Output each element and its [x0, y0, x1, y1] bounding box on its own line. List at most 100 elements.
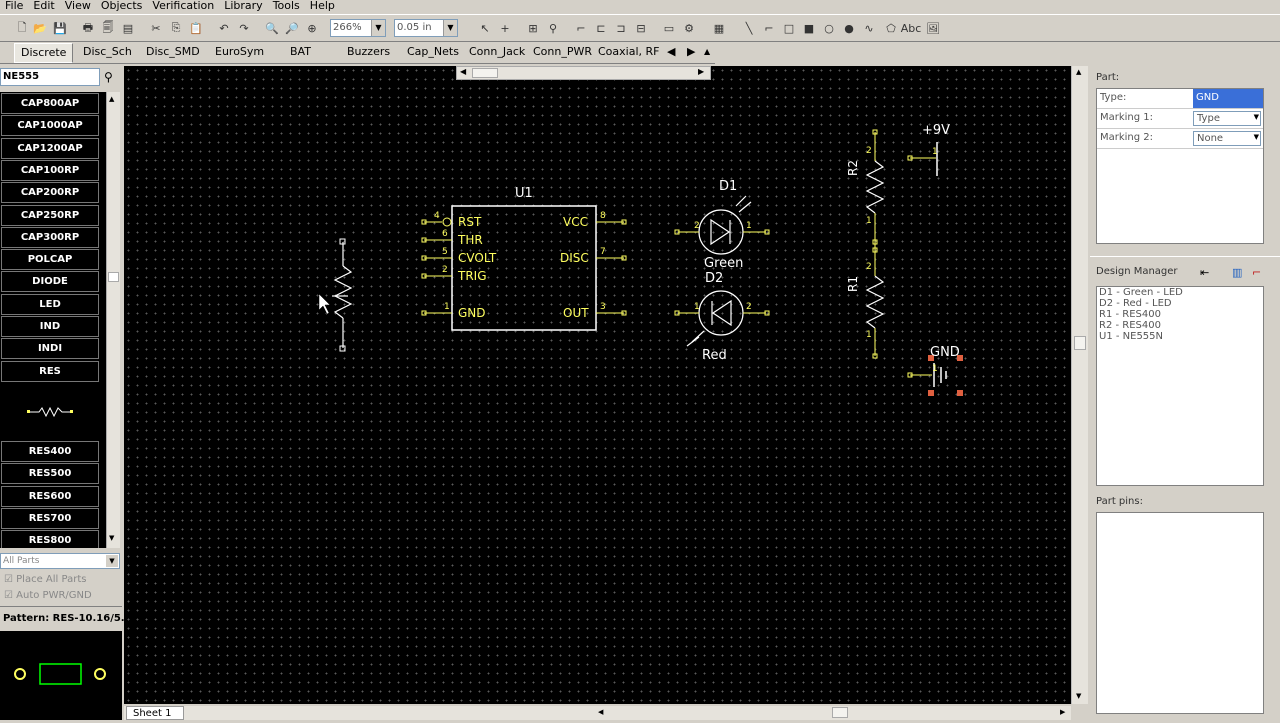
scroll-left-icon[interactable]: ◀ — [460, 67, 466, 76]
tab-coaxial-rf[interactable]: Coaxial, RF — [598, 45, 659, 59]
crosshair-icon[interactable]: + — [497, 20, 513, 36]
tab-menu-icon[interactable]: ▲ — [704, 45, 710, 59]
part-list-item[interactable]: DIODE — [1, 271, 99, 293]
u1-refdes[interactable]: U1 — [515, 186, 533, 201]
dm-item[interactable]: R2 - RES400 — [1097, 320, 1263, 331]
part-list-item[interactable]: RES700 — [1, 507, 99, 529]
polygon-icon[interactable]: ⬠ — [883, 20, 899, 36]
paste-icon[interactable]: 📋 — [188, 20, 204, 36]
tab-scroll-right-icon[interactable]: ▶ — [687, 45, 695, 59]
part-filter-select[interactable]: All Parts ▼ — [0, 553, 120, 569]
net-icon[interactable]: ⊐ — [613, 20, 629, 36]
list-view-icon[interactable]: ▥ — [1232, 266, 1242, 279]
canvas-vertical-scrollbar[interactable]: ▲ ▼ — [1071, 66, 1088, 704]
part-list-item[interactable]: IND — [1, 316, 99, 337]
part-list-item[interactable]: RES400 — [1, 441, 99, 462]
binoculars-icon[interactable]: ⚲ — [104, 70, 113, 84]
d1-value[interactable]: Green — [704, 256, 743, 271]
part-list-scrollbar[interactable]: ▲ ▼ — [106, 92, 120, 548]
scrollbar-thumb[interactable] — [1074, 336, 1086, 350]
tab-scroll-left-icon[interactable]: ◀ — [667, 45, 675, 59]
part-icon[interactable]: ⊞ — [525, 20, 541, 36]
wire-icon[interactable]: ⌐ — [573, 20, 589, 36]
tab-disc-smd[interactable]: Disc_SMD — [146, 45, 200, 59]
polyline-icon[interactable]: ⌐ — [761, 20, 777, 36]
d1-refdes[interactable]: D1 — [719, 179, 737, 194]
part-list-item[interactable]: CAP250RP — [1, 204, 99, 226]
part-search-input[interactable]: NE555 — [0, 68, 100, 86]
dm-item[interactable]: D1 - Green - LED — [1097, 287, 1263, 298]
place-all-checkbox[interactable]: ☑ Place All Parts — [4, 574, 86, 585]
filled-ellipse-icon[interactable]: ● — [841, 20, 857, 36]
open-folder-icon[interactable]: 📂 — [32, 20, 48, 36]
menu-tools[interactable]: Tools — [268, 0, 305, 14]
copy-icon[interactable]: ⎘ — [168, 20, 184, 36]
scroll-left-icon[interactable]: ◀ — [598, 708, 603, 716]
zoom-in-icon[interactable]: 🔍 — [264, 20, 280, 36]
image-icon[interactable]: 🖼 — [925, 20, 941, 36]
undo-icon[interactable]: ↶ — [216, 20, 232, 36]
tab-scrollbar[interactable]: ◀ ▶ — [456, 66, 711, 80]
dm-item[interactable]: U1 - NE555N — [1097, 331, 1263, 342]
part-list-item[interactable]: RES800 — [1, 530, 99, 548]
vcc-label[interactable]: +9V — [922, 123, 950, 138]
zoom-fit-icon[interactable]: ⊕ — [304, 20, 320, 36]
grid-select[interactable]: 0.05 in ▼ — [394, 19, 458, 37]
part-list-item[interactable]: CAP1200AP — [1, 137, 99, 159]
scroll-up-icon[interactable]: ▲ — [109, 95, 114, 103]
tab-eurosym[interactable]: EuroSym — [215, 45, 264, 59]
ellipse-icon[interactable]: ○ — [821, 20, 837, 36]
tab-bat[interactable]: BAT — [290, 45, 311, 59]
part-list-item[interactable]: RES600 — [1, 485, 99, 507]
part-list-item[interactable]: RES500 — [1, 463, 99, 485]
part-list-item[interactable]: CAP1000AP — [1, 115, 99, 137]
part-list-item[interactable]: INDI — [1, 338, 99, 360]
part-list-item[interactable]: CAP100RP — [1, 159, 99, 181]
gnd-label[interactable]: GND — [930, 345, 960, 360]
part-list-item[interactable]: POLCAP — [1, 249, 99, 271]
net-view-icon[interactable]: ⌐ — [1252, 266, 1261, 279]
prop-value-type[interactable]: GND — [1193, 89, 1263, 108]
properties-icon[interactable]: ▭ — [661, 20, 677, 36]
tab-disc-sch[interactable]: Disc_Sch — [83, 45, 132, 59]
scroll-right-icon[interactable]: ▶ — [1060, 708, 1065, 716]
menu-library[interactable]: Library — [219, 0, 267, 14]
marking-1-select[interactable]: Type ▼ — [1193, 111, 1261, 126]
print-icon[interactable]: 🖶 — [80, 20, 96, 36]
collapse-icon[interactable]: ⇤ — [1200, 266, 1209, 279]
menu-verification[interactable]: Verification — [147, 0, 219, 14]
d2-refdes[interactable]: D2 — [705, 271, 723, 286]
zoom-out-icon[interactable]: 🔎 — [284, 20, 300, 36]
marking-2-select[interactable]: None ▼ — [1193, 131, 1261, 146]
menu-objects[interactable]: Objects — [96, 0, 148, 14]
scrollbar-thumb[interactable] — [472, 68, 498, 78]
r1-refdes[interactable]: R1 — [846, 276, 860, 292]
canvas-horizontal-scrollbar[interactable]: Sheet 1 ◀ ▶ — [124, 706, 1071, 720]
scrollbar-thumb[interactable] — [832, 707, 848, 718]
page-setup-icon[interactable]: ▤ — [120, 20, 136, 36]
part-list-item[interactable]: CAP300RP — [1, 226, 99, 248]
net-label-icon[interactable]: ⊟ — [633, 20, 649, 36]
cut-icon[interactable]: ✂ — [148, 20, 164, 36]
save-icon[interactable]: 💾 — [52, 20, 68, 36]
find-icon[interactable]: ⚲ — [545, 20, 561, 36]
part-list[interactable]: CAP800AP CAP1000AP CAP1200AP CAP100RP CAP200… — [0, 92, 112, 548]
menu-edit[interactable]: Edit — [28, 0, 59, 14]
bus-icon[interactable]: ⊏ — [593, 20, 609, 36]
tab-buzzers[interactable]: Buzzers — [347, 45, 390, 59]
dm-item[interactable]: D2 - Red - LED — [1097, 298, 1263, 309]
tab-sheet-1[interactable]: Sheet 1 — [126, 706, 184, 720]
scroll-down-icon[interactable]: ▼ — [109, 534, 114, 542]
settings-icon[interactable]: ⚙ — [681, 20, 697, 36]
new-file-icon[interactable]: 🗋 — [14, 20, 30, 36]
select-arrow-icon[interactable]: ↖ — [477, 20, 493, 36]
menu-view[interactable]: View — [60, 0, 96, 14]
part-list-item[interactable]: LED — [1, 293, 99, 315]
tab-cap-nets[interactable]: Cap_Nets — [407, 45, 459, 59]
redo-icon[interactable]: ↷ — [236, 20, 252, 36]
line-icon[interactable]: ╲ — [741, 20, 757, 36]
scroll-up-icon[interactable]: ▲ — [1076, 68, 1081, 76]
tab-conn-pwr[interactable]: Conn_PWR — [533, 45, 592, 59]
schematic-canvas[interactable]: U1 4 6 5 2 1 RST THR CVOLT TRIG GND VCC … — [124, 66, 1071, 704]
zoom-select[interactable]: 266% ▼ — [330, 19, 386, 37]
